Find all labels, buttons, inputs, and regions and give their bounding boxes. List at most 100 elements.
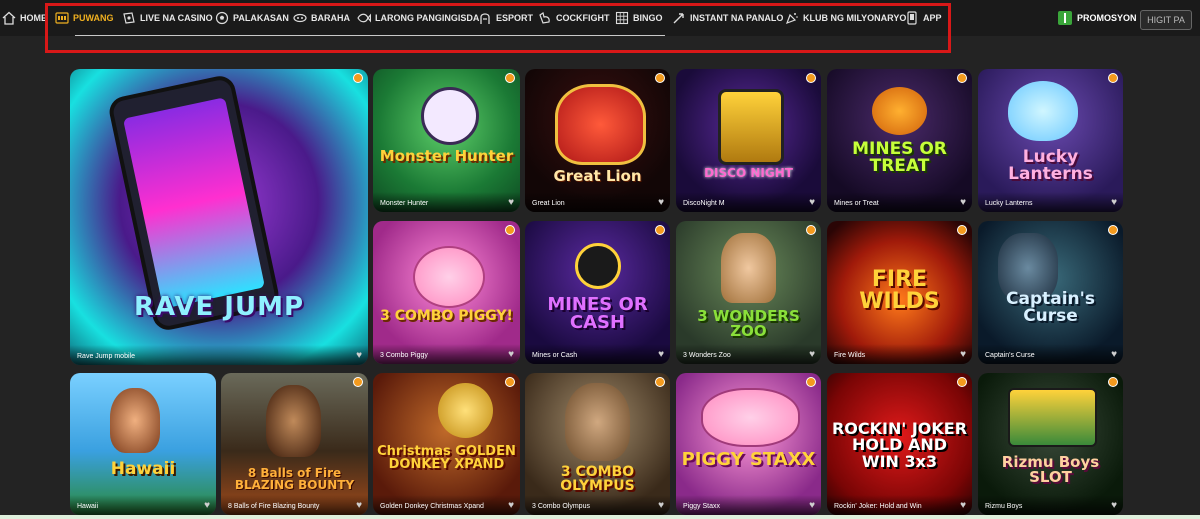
pigs-illustration [701, 388, 800, 447]
favorite-heart-icon[interactable]: ♥ [809, 198, 815, 208]
more-button[interactable]: HIGIT PA [1140, 10, 1192, 30]
nav-item-label: PUWANG [73, 13, 114, 23]
hula-girl-illustration [110, 388, 160, 453]
nav-item-label: APP [923, 13, 942, 23]
nav-underline [75, 35, 665, 36]
game-tile-rave-jump-mobile[interactable]: RAVE JUMP Rave Jump mobile ♥ [70, 69, 368, 365]
game-tile-mines-or-treat[interactable]: MINES OR TREAT Mines or Treat ♥ [827, 69, 972, 212]
game-logo: Christmas GOLDEN DONKEY XPAND [377, 444, 516, 473]
bingo-icon [615, 11, 629, 25]
phone-illustration [718, 89, 784, 165]
nav-item-esport[interactable]: ESPORT [478, 10, 533, 26]
game-title: Captain's Curse [985, 352, 1035, 359]
game-tile-8-balls-of-fire[interactable]: 8 Balls of Fire BLAZING BOUNTY 8 Balls o… [221, 373, 368, 515]
nav-item-label: COCKFIGHT [556, 13, 610, 23]
game-tile-3-combo-piggy[interactable]: 3 COMBO PIGGY! 3 Combo Piggy ♥ [373, 221, 520, 364]
pumpkin-illustration [872, 87, 927, 135]
game-badge-icon [806, 73, 816, 83]
game-tile-golden-donkey-christmas-xpand[interactable]: Christmas GOLDEN DONKEY XPAND Golden Don… [373, 373, 520, 515]
game-logo: Lucky Lanterns [1008, 147, 1093, 185]
lion-illustration [555, 84, 646, 165]
game-badge-icon [655, 73, 665, 83]
game-tile-rockin-joker[interactable]: ROCKIN' JOKER HOLD AND WIN 3x3 Rockin' J… [827, 373, 972, 515]
nav-item-baraha[interactable]: BARAHA [293, 10, 350, 26]
favorite-heart-icon[interactable]: ♥ [809, 350, 815, 360]
favorite-heart-icon[interactable]: ♥ [356, 351, 362, 361]
favorite-heart-icon[interactable]: ♥ [658, 350, 664, 360]
game-tile-disconight-m[interactable]: DISCO NIGHT DiscoNight M ♥ [676, 69, 821, 212]
game-title: Golden Donkey Christmas Xpand [380, 503, 484, 510]
game-tile-hawaii[interactable]: Hawaii Hawaii ♥ [70, 373, 216, 515]
game-badge-icon [353, 377, 363, 387]
cards-icon [293, 13, 307, 23]
favorite-heart-icon[interactable]: ♥ [508, 198, 514, 208]
game-title: Rockin' Joker: Hold and Win [834, 503, 922, 510]
game-badge-icon [957, 73, 967, 83]
game-logo: 3 COMBO OLYMPUS [560, 464, 635, 495]
phone-icon [907, 11, 917, 25]
confetti-icon [785, 13, 798, 25]
favorite-heart-icon[interactable]: ♥ [508, 501, 514, 511]
favorite-heart-icon[interactable]: ♥ [1111, 350, 1117, 360]
woman-illustration [266, 385, 321, 457]
game-tile-piggy-staxx[interactable]: PIGGY STAXX Piggy Staxx ♥ [676, 373, 821, 515]
game-title: 3 Wonders Zoo [683, 352, 731, 359]
game-tile-monster-hunter[interactable]: Monster Hunter Monster Hunter ♥ [373, 69, 520, 212]
nav-item-larong-pangingisda[interactable]: LARONG PANGINGISDA [357, 10, 479, 26]
nav-item-label: LIVE NA CASINO [140, 13, 213, 23]
nav-item-cockfight[interactable]: COCKFIGHT [538, 10, 610, 26]
nav-item-palakasan[interactable]: PALAKASAN [215, 10, 289, 26]
favorite-heart-icon[interactable]: ♥ [204, 501, 210, 511]
slot-machine-icon [55, 12, 69, 24]
game-logo: 8 Balls of Fire BLAZING BOUNTY [234, 466, 355, 493]
nav-item-app[interactable]: APP [905, 10, 942, 26]
favorite-heart-icon[interactable]: ♥ [1111, 198, 1117, 208]
nav-item-live-casino[interactable]: LIVE NA CASINO [122, 10, 213, 26]
bomb-illustration [575, 243, 621, 289]
nav-item-home[interactable]: HOME [2, 10, 47, 26]
game-title: Rizmu Boys [985, 503, 1023, 510]
nav-item-label: ESPORT [496, 13, 534, 23]
favorite-heart-icon[interactable]: ♥ [960, 501, 966, 511]
favorite-heart-icon[interactable]: ♥ [356, 501, 362, 511]
game-tile-mines-or-cash[interactable]: MINES OR CASH Mines or Cash ♥ [525, 221, 670, 364]
game-tile-3-combo-olympus[interactable]: 3 COMBO OLYMPUS 3 Combo Olympus ♥ [525, 373, 670, 515]
game-logo: 3 WONDERS ZOO [697, 307, 800, 341]
game-tile-great-lion[interactable]: Great Lion Great Lion ♥ [525, 69, 670, 212]
favorite-heart-icon[interactable]: ♥ [508, 350, 514, 360]
nav-item-bingo[interactable]: BINGO [615, 10, 663, 26]
game-tile-lucky-lanterns[interactable]: Lucky Lanterns Lucky Lanterns ♥ [978, 69, 1123, 212]
game-tile-captains-curse[interactable]: Captain's Curse Captain's Curse ♥ [978, 221, 1123, 364]
game-badge-icon [806, 225, 816, 235]
game-logo: Great Lion [553, 167, 642, 185]
game-tile-rizmu-boys[interactable]: Rizmu Boys SLOT Rizmu Boys ♥ [978, 373, 1123, 515]
game-title: 3 Combo Piggy [380, 352, 428, 359]
soccer-ball-icon [215, 11, 229, 25]
nav-item-klub-ng-milyonaryo[interactable]: KLUB NG MILYONARYO [785, 10, 906, 26]
favorite-heart-icon[interactable]: ♥ [658, 501, 664, 511]
nav-item-label: INSTANT NA PANALO [690, 13, 784, 23]
top-nav: HOME PUWANG LIVE NA CASINO PALAKASAN BAR… [0, 0, 1200, 36]
game-logo: PIGGY STAXX [681, 449, 816, 470]
live-casino-icon [123, 12, 135, 24]
favorite-heart-icon[interactable]: ♥ [658, 198, 664, 208]
game-logo: Hawaii [110, 459, 176, 479]
favorite-heart-icon[interactable]: ♥ [1111, 501, 1117, 511]
favorite-heart-icon[interactable]: ♥ [960, 350, 966, 360]
slot-machine-illustration [1008, 388, 1097, 447]
game-title: Rave Jump mobile [77, 353, 135, 360]
rooster-icon [539, 12, 550, 24]
promotions-link[interactable]: PROMOSYON [1058, 11, 1137, 25]
game-badge-icon [505, 225, 515, 235]
game-badge-icon [957, 377, 967, 387]
home-icon [2, 11, 16, 25]
game-logo: 3 COMBO PIGGY! [380, 308, 513, 324]
game-title: DiscoNight M [683, 200, 725, 207]
game-tile-fire-wilds[interactable]: FIRE WILDS Fire Wilds ♥ [827, 221, 972, 364]
favorite-heart-icon[interactable]: ♥ [809, 501, 815, 511]
cat-illustration [421, 87, 479, 145]
nav-item-puwang[interactable]: PUWANG [55, 10, 114, 26]
game-tile-3-wonders-zoo[interactable]: 3 WONDERS ZOO 3 Wonders Zoo ♥ [676, 221, 821, 364]
favorite-heart-icon[interactable]: ♥ [960, 198, 966, 208]
nav-item-instant-na-panalo[interactable]: INSTANT NA PANALO [672, 10, 783, 26]
